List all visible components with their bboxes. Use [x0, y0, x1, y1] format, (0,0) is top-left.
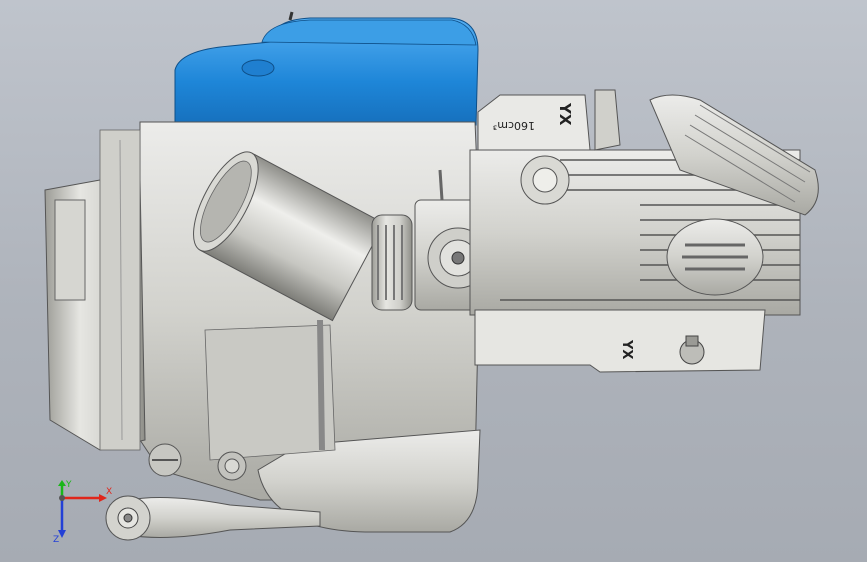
left-side-cover[interactable]: [44, 129, 146, 451]
hose-clamp[interactable]: [371, 214, 413, 311]
coordinate-triad: X Y Z: [53, 480, 112, 545]
y-axis-label: Y: [65, 480, 72, 490]
brand-logo-cylinder-head: YX: [556, 102, 574, 126]
x-axis-label: X: [106, 487, 112, 497]
brand-logo-lower-casting: YX: [619, 339, 634, 359]
z-axis-label: Z: [53, 535, 59, 545]
engine-model[interactable]: YX 160cm³ YX: [0, 0, 867, 562]
blue-top-cover[interactable]: [174, 11, 479, 126]
cad-graphics-viewport[interactable]: YX 160cm³ YX X Y Z: [0, 0, 867, 562]
oil-pan[interactable]: YX: [474, 309, 766, 373]
displacement-label: 160cm³: [493, 119, 535, 132]
